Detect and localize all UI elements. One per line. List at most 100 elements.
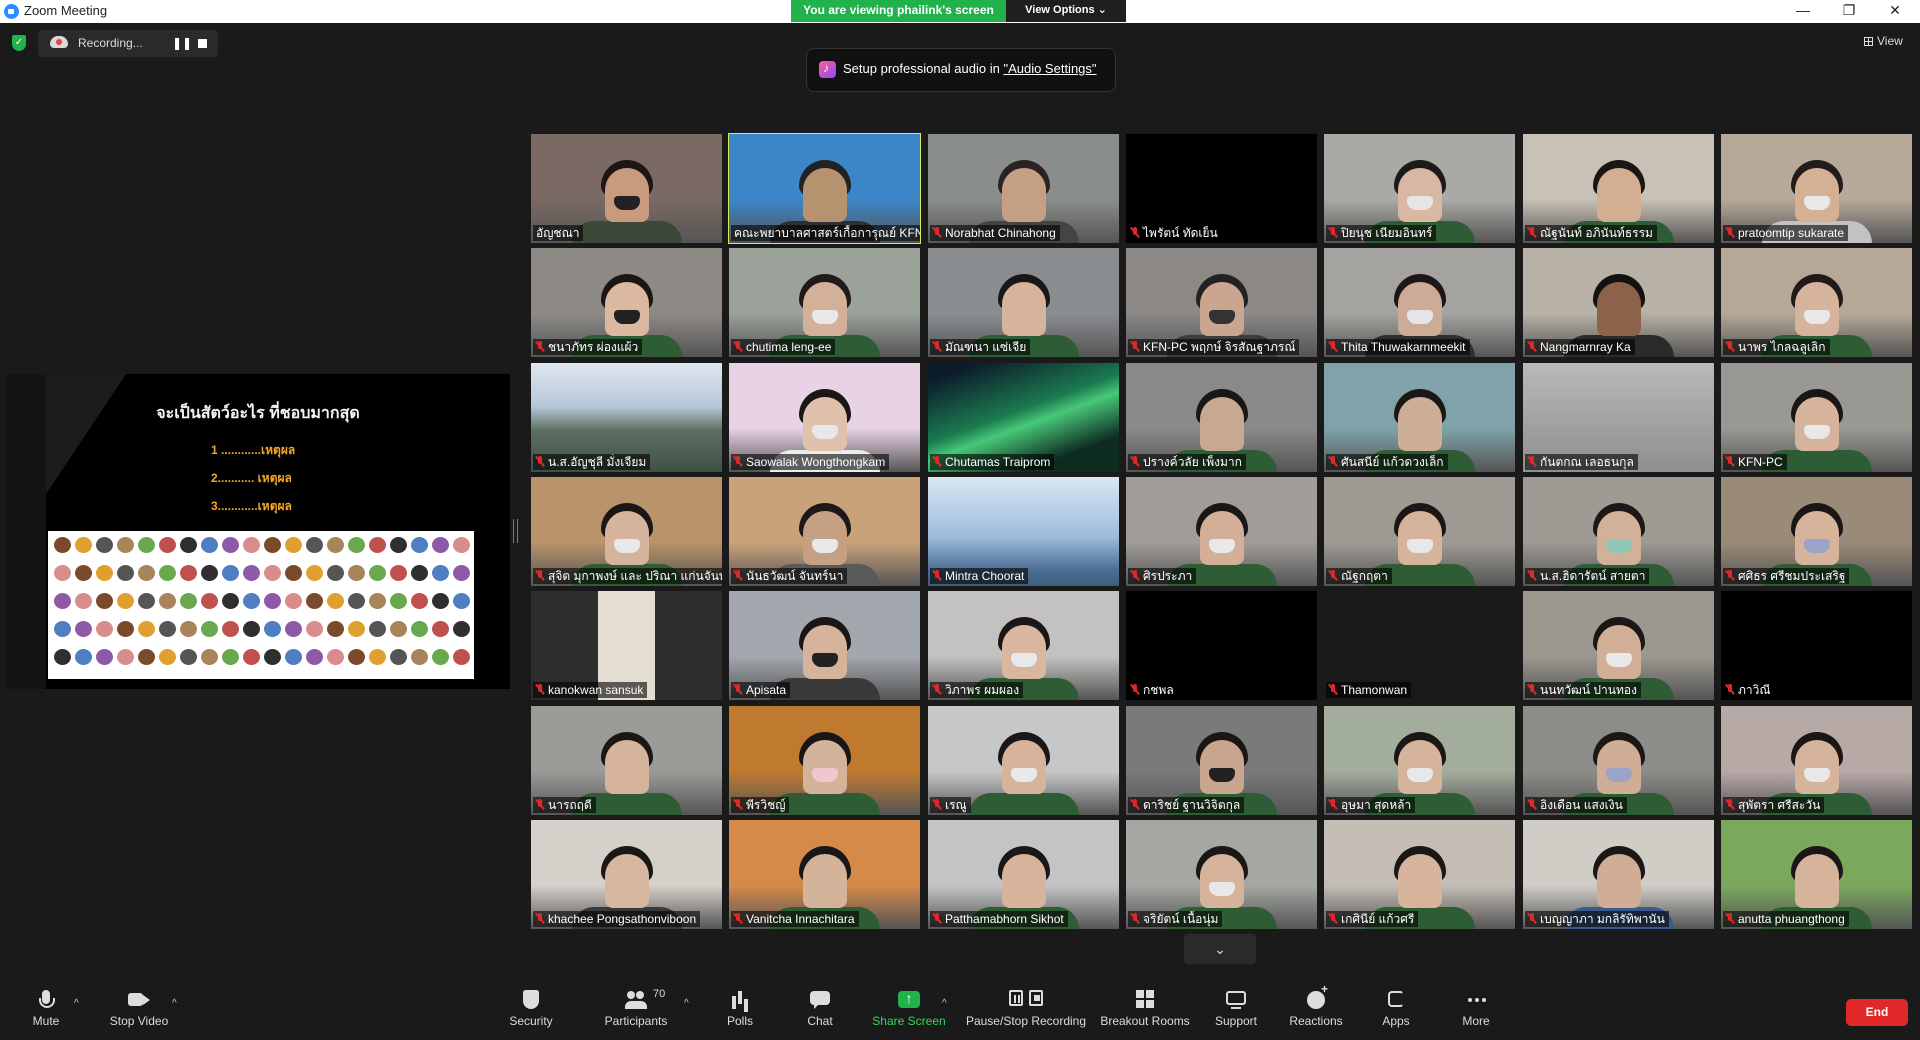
participant-name: วิภาพร ผมผอง — [945, 683, 1020, 697]
participant-tile[interactable]: ปรางค์วลัย เพ็งมาก — [1126, 363, 1317, 472]
participant-tile[interactable]: Thamonwan — [1324, 591, 1515, 700]
animal-illustration — [159, 537, 176, 553]
participant-face — [1596, 854, 1641, 908]
apps-button[interactable]: Apps — [1374, 976, 1418, 1028]
muted-mic-icon — [1131, 799, 1138, 810]
participant-tile[interactable]: Chutamas Traiprom — [928, 363, 1119, 472]
participant-tile[interactable]: KFN-PC — [1721, 363, 1912, 472]
breakout-rooms-button[interactable]: Breakout Rooms — [1098, 976, 1192, 1028]
participant-tile[interactable]: ศิรประภา — [1126, 477, 1317, 586]
participant-tile[interactable]: พีรวิชญ์ — [729, 706, 920, 815]
participant-tile[interactable]: Thita Thuwakarnmeekit — [1324, 248, 1515, 357]
participant-tile[interactable]: ชนาภัทร ผ่องแผ้ว — [531, 248, 722, 357]
animal-illustration — [180, 537, 197, 553]
participant-tile[interactable]: อิงเดือน แสงเงิน — [1523, 706, 1714, 815]
close-button[interactable]: ✕ — [1872, 0, 1918, 22]
participant-tile[interactable]: อัญชณา — [531, 134, 722, 243]
participant-tile[interactable]: กันตกณ เลอธนกุล — [1523, 363, 1714, 472]
muted-mic-icon — [1329, 227, 1336, 238]
participant-tile[interactable]: Mintra Choorat — [928, 477, 1119, 586]
pause-stop-recording-button[interactable]: Pause/Stop Recording — [964, 976, 1088, 1028]
participant-tile[interactable]: มัณฑนา แซ่เจีย — [928, 248, 1119, 357]
participant-name-tag: ภาวิณี — [1723, 682, 1775, 698]
security-button[interactable]: Security — [500, 976, 562, 1028]
video-options-caret[interactable]: ^ — [172, 998, 177, 1009]
face-mask — [1208, 539, 1235, 553]
participant-tile[interactable]: ภาวิณี — [1721, 591, 1912, 700]
participant-tile[interactable]: นารถฤดี — [531, 706, 722, 815]
restore-button[interactable]: ❐ — [1826, 0, 1872, 22]
participant-tile[interactable]: เบญญาภา มกลิรัทิพานัน — [1523, 820, 1714, 929]
participant-face — [1397, 168, 1442, 222]
participant-tile[interactable]: ศันสนีย์ แก้วดวงเล็ก — [1324, 363, 1515, 472]
mute-button[interactable]: Mute — [22, 976, 70, 1028]
pause-stop-recording-icon — [1009, 990, 1043, 1010]
more-button[interactable]: More — [1454, 976, 1498, 1028]
split-drag-handle[interactable] — [513, 519, 518, 543]
participant-face — [1596, 625, 1641, 679]
animal-illustration — [390, 537, 407, 553]
participant-tile[interactable]: น.ส.ฮิดารัตน์ สายตา — [1523, 477, 1714, 586]
polls-button[interactable]: Polls — [716, 976, 764, 1028]
view-button[interactable]: View — [1864, 34, 1903, 48]
participant-name-tag: ปิยนุช เนียมอินทร์ — [1326, 225, 1437, 241]
participant-tile[interactable]: ปิยนุช เนียมอินทร์ — [1324, 134, 1515, 243]
title-bar: Zoom Meeting You are viewing phailink's … — [0, 0, 1920, 23]
audio-options-caret[interactable]: ^ — [74, 998, 79, 1009]
participant-tile[interactable]: Norabhat Chinahong — [928, 134, 1119, 243]
chat-button[interactable]: Chat — [796, 976, 844, 1028]
participant-tile[interactable]: khachee Pongsathonviboon — [531, 820, 722, 929]
participant-tile[interactable]: Vanitcha Innachitara — [729, 820, 920, 929]
share-screen-button[interactable]: Share Screen — [866, 976, 952, 1028]
collapse-gallery-button[interactable]: ⌄ — [1184, 934, 1256, 964]
participant-tile[interactable]: น.ส.อัญชุลี มั่งเจียม — [531, 363, 722, 472]
participant-tile[interactable]: เกศินีย์ แก้วศรี — [1324, 820, 1515, 929]
participants-options-caret[interactable]: ^ — [684, 998, 689, 1009]
animal-illustration — [348, 565, 365, 581]
support-button[interactable]: Support — [1208, 976, 1264, 1028]
end-meeting-button[interactable]: End — [1846, 999, 1908, 1026]
participant-tile[interactable]: นันธวัฒน์ จันทร์นา — [729, 477, 920, 586]
stop-video-label: Stop Video — [109, 1014, 169, 1028]
minimize-button[interactable]: — — [1780, 0, 1826, 22]
participant-tile[interactable]: Apisata — [729, 591, 920, 700]
audio-settings-link[interactable]: "Audio Settings" — [1003, 61, 1096, 76]
participant-name-tag: เกศินีย์ แก้วศรี — [1326, 911, 1419, 927]
participant-tile[interactable]: นาพร ไกลฉลูเลิก — [1721, 248, 1912, 357]
participant-tile[interactable]: นนทวัฒน์ ปานทอง — [1523, 591, 1714, 700]
encryption-shield-icon[interactable]: ✓ — [12, 35, 26, 51]
share-options-caret[interactable]: ^ — [942, 998, 947, 1009]
participant-tile[interactable]: chutima leng-ee — [729, 248, 920, 357]
stop-recording-button[interactable] — [198, 39, 207, 48]
participant-tile[interactable]: คณะพยาบาลศาสตร์เกื้อการุณย์ KFN — [728, 133, 921, 244]
participant-tile[interactable]: สุพัตรา ศรีสะวัน — [1721, 706, 1912, 815]
participant-tile[interactable]: Saowalak Wongthongkam — [729, 363, 920, 472]
participants-button[interactable]: 70 Participants — [596, 976, 676, 1028]
participant-face — [604, 168, 649, 222]
participant-tile[interactable]: ณัฐนันท์ อภินันท์ธรรม — [1523, 134, 1714, 243]
participant-tile[interactable]: ดาริชย์ ฐานวิจิตกุล — [1126, 706, 1317, 815]
participant-tile[interactable]: เรณู — [928, 706, 1119, 815]
participant-tile[interactable]: anutta phuangthong — [1721, 820, 1912, 929]
participant-tile[interactable]: อุษมา สุดหล้า — [1324, 706, 1515, 815]
view-options-button[interactable]: View Options ⌄ — [1006, 0, 1126, 22]
participant-tile[interactable]: pratoomtip sukarate — [1721, 134, 1912, 243]
participant-tile[interactable]: Nangmarnray Ka — [1523, 248, 1714, 357]
participant-tile[interactable]: kanokwan sansuk — [531, 591, 722, 700]
face-mask — [811, 768, 838, 782]
reactions-button[interactable]: Reactions — [1286, 976, 1346, 1028]
participant-name-tag: Thita Thuwakarnmeekit — [1326, 339, 1470, 355]
participant-tile[interactable]: สุจิต มุกาพงษ์ และ ปริณา แก่นจันทร์ — [531, 477, 722, 586]
participant-tile[interactable]: ศศิธร ศรีชมประเสริฐ — [1721, 477, 1912, 586]
participant-tile[interactable]: KFN-PC พฤกษ์ จิรสัณฐาภรณ์ — [1126, 248, 1317, 357]
participant-tile[interactable]: จริยัตน์ เนื้อนุ่ม — [1126, 820, 1317, 929]
stop-video-button[interactable]: Stop Video — [104, 976, 174, 1028]
participant-tile[interactable]: ไพรัตน์ ทัดเย็น — [1126, 134, 1317, 243]
participant-name-tag: กชพล — [1128, 682, 1178, 698]
pause-recording-button[interactable]: ❚❚ — [172, 36, 192, 50]
participant-tile[interactable]: Patthamabhorn Sikhot — [928, 820, 1119, 929]
participant-tile[interactable]: ณัฐกฤตา — [1324, 477, 1515, 586]
participant-tile[interactable]: วิภาพร ผมผอง — [928, 591, 1119, 700]
participant-name-tag: Mintra Choorat — [930, 568, 1029, 584]
participant-tile[interactable]: กชพล — [1126, 591, 1317, 700]
